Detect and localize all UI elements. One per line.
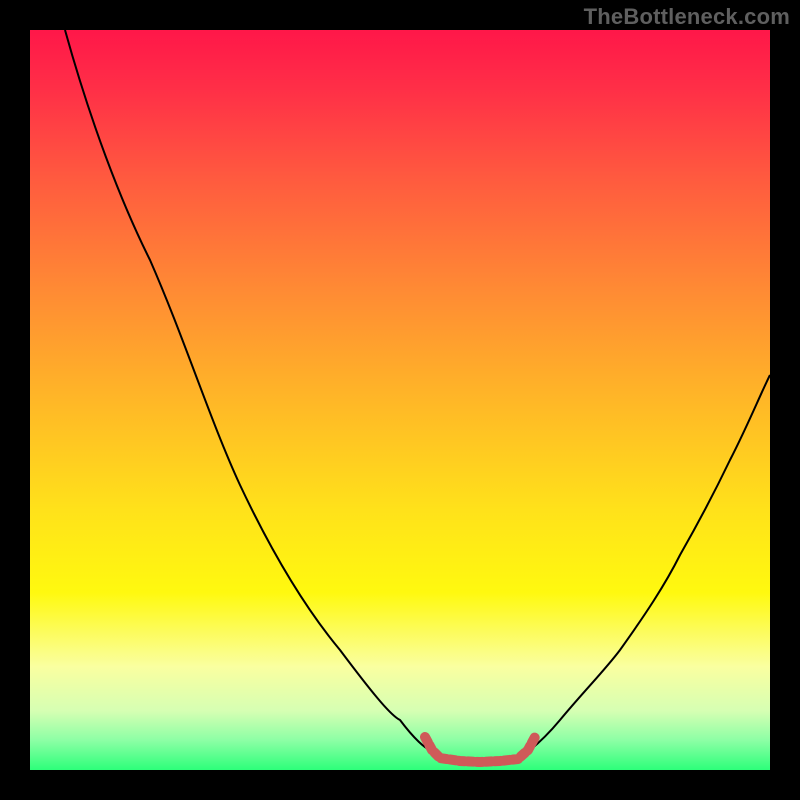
plot-area xyxy=(30,30,770,770)
chart-frame: TheBottleneck.com xyxy=(0,0,800,800)
bottleneck-curve-right xyxy=(530,375,770,750)
watermark-label: TheBottleneck.com xyxy=(584,4,790,30)
bottom-marker xyxy=(425,737,535,762)
bottleneck-curve-left xyxy=(65,30,430,750)
curve-layer xyxy=(30,30,770,770)
